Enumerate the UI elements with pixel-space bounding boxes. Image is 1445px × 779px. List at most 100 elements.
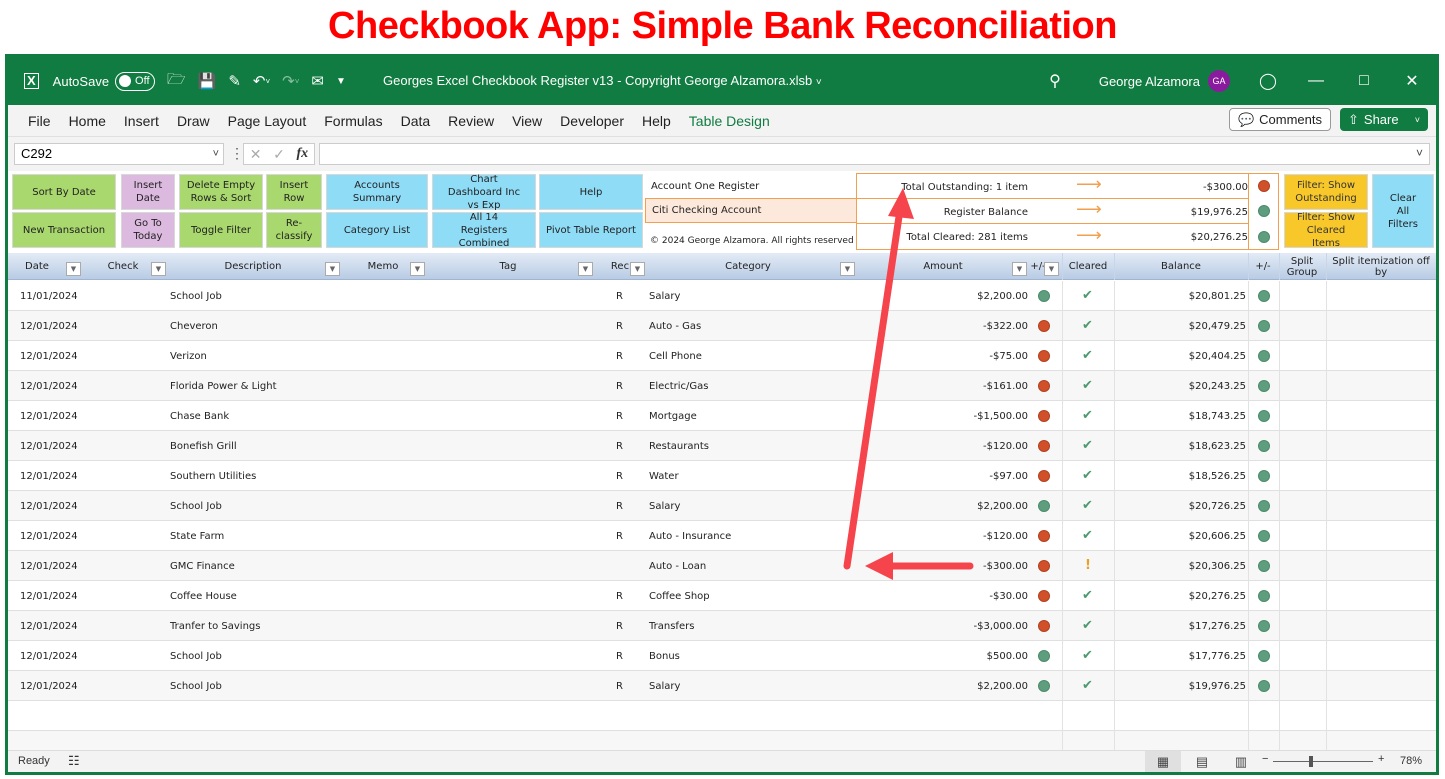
cleared-check-icon[interactable]: ✔ [1082, 468, 1093, 483]
filter-outstanding-button[interactable]: Filter: Show Outstanding [1284, 174, 1368, 210]
cell-tag[interactable] [428, 641, 598, 671]
cell-description[interactable]: Cheveron [170, 311, 340, 341]
formula-input[interactable]: ˅ [319, 143, 1430, 165]
cell-tag[interactable] [428, 341, 598, 371]
cleared-check-icon[interactable]: ✔ [1082, 618, 1093, 633]
cleared-check-icon[interactable]: ✔ [1082, 348, 1093, 363]
page-layout-view-button[interactable]: ▤ [1184, 751, 1220, 772]
cell-memo[interactable] [343, 671, 423, 701]
cell-memo[interactable] [343, 431, 423, 461]
cell-date[interactable]: 12/01/2024 [20, 311, 100, 341]
expand-formula-icon[interactable]: ˅ [1416, 146, 1423, 160]
cleared-check-icon[interactable]: ✔ [1082, 378, 1093, 393]
cell-category[interactable]: Auto - Gas [649, 311, 849, 341]
chart-dashboard-button[interactable]: Chart Dashboard Inc vs Exp [432, 174, 536, 211]
cleared-check-icon[interactable]: ✔ [1082, 588, 1093, 603]
cleared-check-icon[interactable]: ✔ [1082, 288, 1093, 303]
zoom-slider-thumb[interactable] [1308, 756, 1313, 767]
empty-row[interactable] [8, 701, 1436, 731]
cell-date[interactable]: 12/01/2024 [20, 371, 100, 401]
table-row[interactable]: 11/01/2024 School Job R Salary $2,200.00 $20,… [8, 281, 1436, 311]
cell-date[interactable]: 12/01/2024 [20, 461, 100, 491]
normal-view-button[interactable]: ▦ [1145, 751, 1181, 772]
cell-description[interactable]: School Job [170, 281, 340, 311]
cell-date[interactable]: 12/01/2024 [20, 611, 100, 641]
clear-filters-button[interactable]: Clear All Filters [1372, 174, 1434, 248]
cell-tag[interactable] [428, 461, 598, 491]
cell-rec[interactable]: R [616, 371, 636, 401]
cell-amount[interactable]: -$30.00 [888, 581, 1028, 611]
cell-category[interactable]: Electric/Gas [649, 371, 849, 401]
email-icon[interactable]: ✉ [311, 72, 324, 90]
cell-amount[interactable]: -$161.00 [888, 371, 1028, 401]
cell-amount[interactable]: $2,200.00 [888, 671, 1028, 701]
cell-memo[interactable] [343, 401, 423, 431]
cell-balance[interactable]: $17,776.25 [1116, 641, 1246, 671]
cell-balance[interactable]: $20,726.25 [1116, 491, 1246, 521]
cell-amount[interactable]: $2,200.00 [888, 281, 1028, 311]
cell-tag[interactable] [428, 431, 598, 461]
cell-rec[interactable]: R [616, 341, 636, 371]
cell-category[interactable]: Salary [649, 491, 849, 521]
filter-dropdown-memo[interactable]: ▼ [410, 262, 425, 276]
cell-rec[interactable]: R [616, 491, 636, 521]
cell-amount[interactable]: -$75.00 [888, 341, 1028, 371]
cell-tag[interactable] [428, 611, 598, 641]
cell-description[interactable]: Southern Utilities [170, 461, 340, 491]
enter-icon[interactable]: ✓ [273, 146, 285, 163]
cell-tag[interactable] [428, 671, 598, 701]
table-row[interactable]: 12/01/2024 Chase Bank R Mortgage -$1,500.00 $… [8, 401, 1436, 431]
cell-check[interactable] [98, 431, 158, 461]
share-button[interactable]: ⇧ Share ˅ [1340, 108, 1428, 131]
account-name[interactable]: Citi Checking Account [645, 198, 857, 223]
cell-check[interactable] [98, 371, 158, 401]
cell-balance[interactable]: $19,976.25 [1116, 671, 1246, 701]
cell-check[interactable] [98, 611, 158, 641]
cell-memo[interactable] [343, 371, 423, 401]
cell-check[interactable] [98, 551, 158, 581]
menu-tab-help[interactable]: Help [642, 113, 671, 129]
insert-function-icon[interactable]: fx [296, 146, 308, 162]
cell-category[interactable]: Salary [649, 281, 849, 311]
cell-rec[interactable]: R [616, 671, 636, 701]
menu-tab-page-layout[interactable]: Page Layout [228, 113, 307, 129]
cell-date[interactable]: 12/01/2024 [20, 551, 100, 581]
cell-tag[interactable] [428, 401, 598, 431]
table-row[interactable]: 12/01/2024 Verizon R Cell Phone -$75.00 $20,4… [8, 341, 1436, 371]
open-folder-icon[interactable]: 🗁 [167, 69, 186, 94]
filter-dropdown-rec[interactable]: ▼ [630, 262, 645, 276]
cell-date[interactable]: 12/01/2024 [20, 431, 100, 461]
cell-check[interactable] [98, 521, 158, 551]
cell-category[interactable]: Mortgage [649, 401, 849, 431]
cleared-check-icon[interactable]: ✔ [1082, 318, 1093, 333]
cell-description[interactable]: GMC Finance [170, 551, 340, 581]
filter-dropdown-amount-sign[interactable]: ▼ [1044, 262, 1059, 276]
cleared-check-icon[interactable]: ✔ [1082, 528, 1093, 543]
cell-balance[interactable]: $18,743.25 [1116, 401, 1246, 431]
cell-memo[interactable] [343, 281, 423, 311]
cell-tag[interactable] [428, 371, 598, 401]
table-row[interactable]: 12/01/2024 GMC Finance Auto - Loan -$300.00… [8, 551, 1436, 581]
filter-dropdown-description[interactable]: ▼ [325, 262, 340, 276]
cell-tag[interactable] [428, 491, 598, 521]
cell-amount[interactable]: -$1,500.00 [888, 401, 1028, 431]
cell-amount[interactable]: -$3,000.00 [888, 611, 1028, 641]
cell-check[interactable] [98, 461, 158, 491]
outstanding-exclamation-icon[interactable]: ! [1085, 558, 1091, 573]
cell-balance[interactable]: $20,243.25 [1116, 371, 1246, 401]
cell-amount[interactable]: $500.00 [888, 641, 1028, 671]
toggle-filter-button[interactable]: Toggle Filter [179, 212, 263, 248]
cell-description[interactable]: State Farm [170, 521, 340, 551]
lightbulb-icon[interactable]: ◯ [1244, 71, 1292, 91]
maximize-icon[interactable]: □ [1340, 72, 1388, 90]
save-as-icon[interactable]: ✎ [228, 72, 241, 90]
cell-tag[interactable] [428, 311, 598, 341]
pivot-table-button[interactable]: Pivot Table Report [539, 212, 643, 248]
help-button[interactable]: Help [539, 174, 643, 210]
filter-dropdown-check[interactable]: ▼ [151, 262, 166, 276]
cell-check[interactable] [98, 341, 158, 371]
cell-rec[interactable]: R [616, 311, 636, 341]
cell-tag[interactable] [428, 581, 598, 611]
menu-tab-insert[interactable]: Insert [124, 113, 159, 129]
cell-category[interactable]: Transfers [649, 611, 849, 641]
